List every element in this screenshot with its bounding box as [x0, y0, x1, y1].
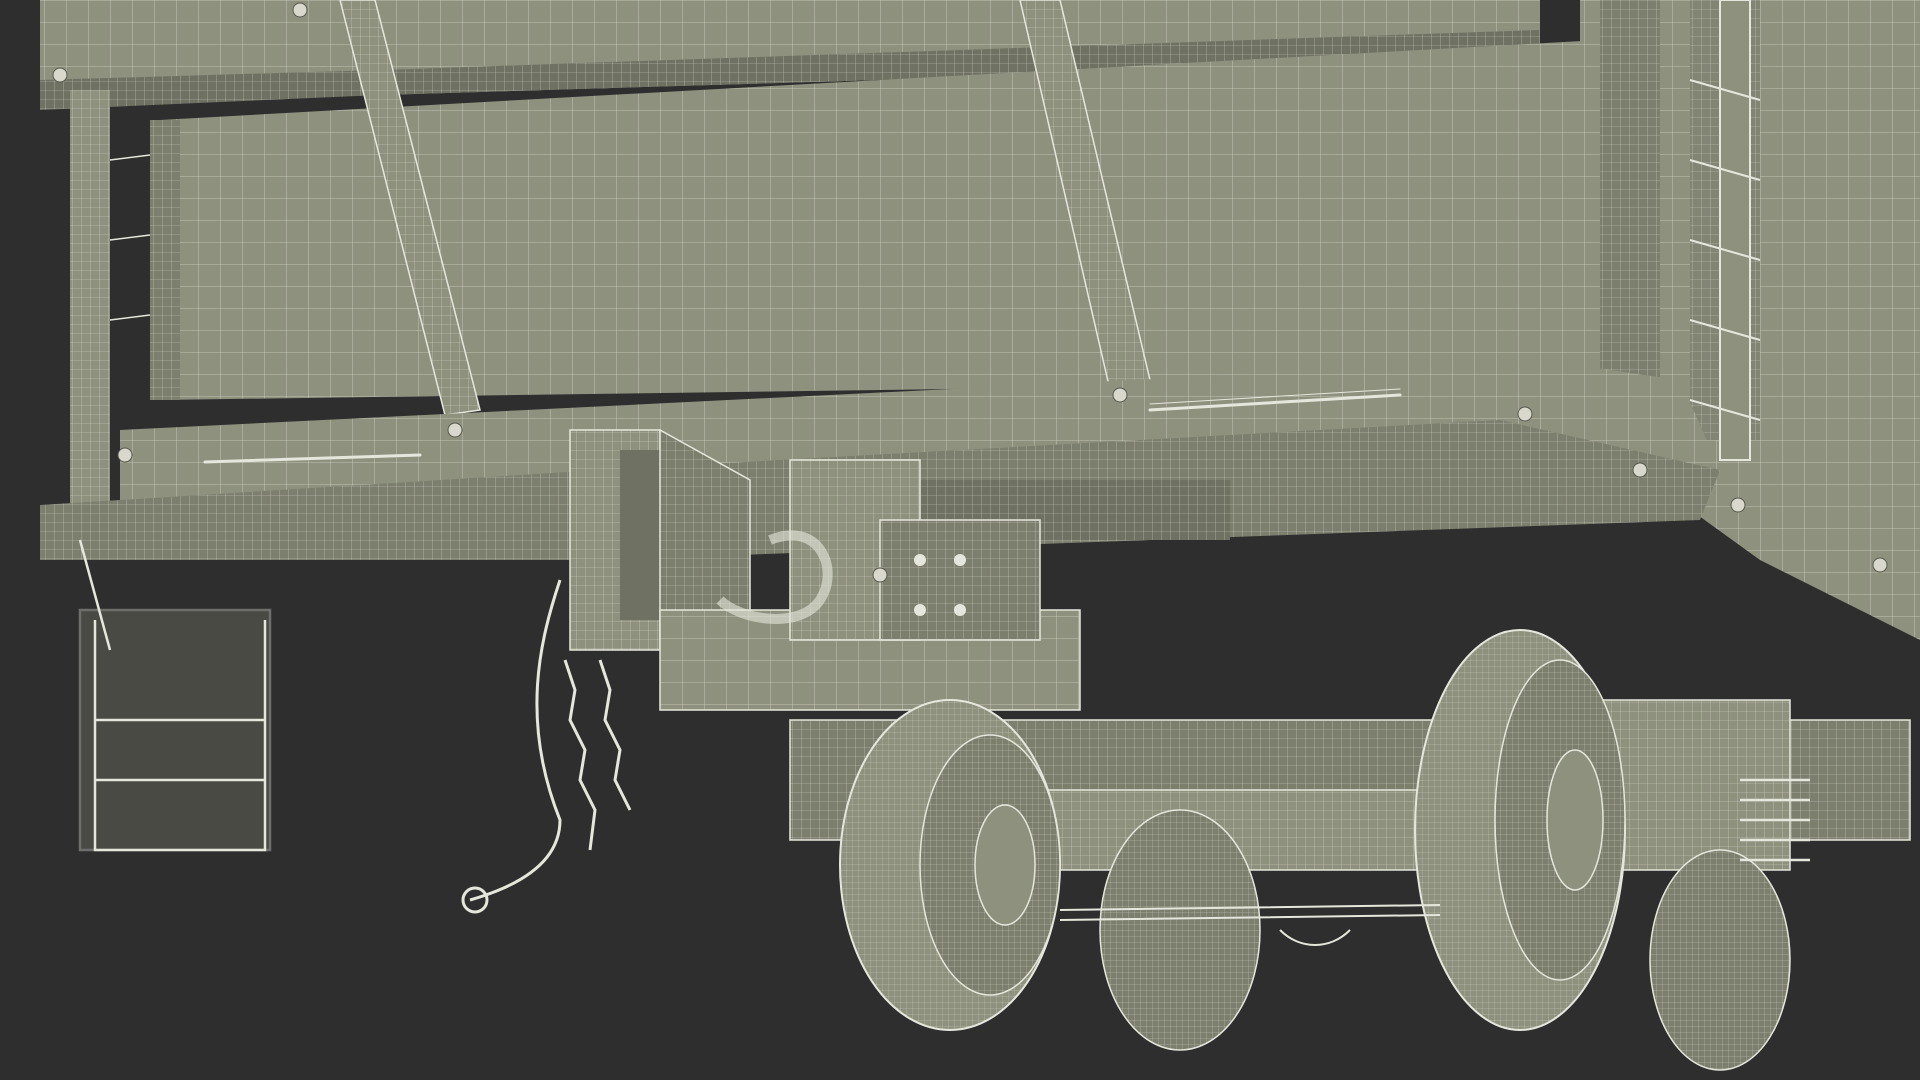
- wireframe-render: [0, 0, 1920, 1080]
- wheel-rear-right: [1649, 849, 1791, 1071]
- wheel-front-left: [839, 699, 1061, 1031]
- render-viewport: [0, 0, 1920, 1080]
- wheel-rear-left: [1099, 809, 1261, 1051]
- wheel-front-right: [1414, 629, 1626, 1031]
